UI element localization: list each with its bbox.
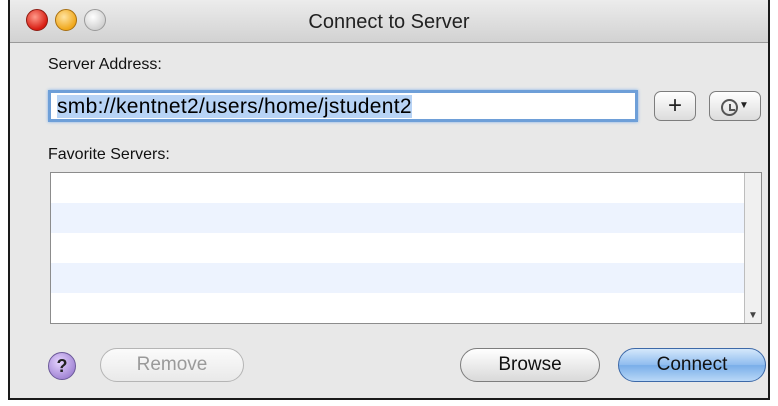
help-icon[interactable]: ?: [48, 352, 76, 380]
recent-servers-button[interactable]: ▼: [709, 91, 761, 121]
favorite-servers-list[interactable]: ▼: [50, 172, 762, 324]
connect-to-server-dialog: Connect to Server Server Address: smb://…: [8, 0, 770, 400]
connect-button[interactable]: Connect: [618, 348, 766, 382]
list-row: [51, 173, 761, 203]
scroll-down-arrow-icon[interactable]: ▼: [748, 310, 758, 321]
list-row: [51, 233, 761, 263]
list-row: [51, 203, 761, 233]
server-address-value: smb://kentnet2/users/home/jstudent2: [57, 95, 412, 118]
favorite-servers-label: Favorite Servers:: [48, 146, 170, 163]
browse-button[interactable]: Browse: [460, 348, 600, 382]
vertical-scrollbar[interactable]: ▼: [744, 173, 761, 323]
list-row: [51, 263, 761, 293]
window-title: Connect to Server: [308, 11, 470, 33]
add-favorite-button[interactable]: +: [654, 91, 696, 121]
clock-icon: [721, 98, 739, 116]
title-bar: Connect to Server: [10, 0, 768, 43]
server-address-label: Server Address:: [48, 56, 162, 73]
server-address-input[interactable]: smb://kentnet2/users/home/jstudent2: [48, 90, 638, 122]
remove-button[interactable]: Remove: [100, 348, 244, 382]
chevron-down-icon: ▼: [739, 100, 749, 111]
list-row: [51, 293, 761, 323]
